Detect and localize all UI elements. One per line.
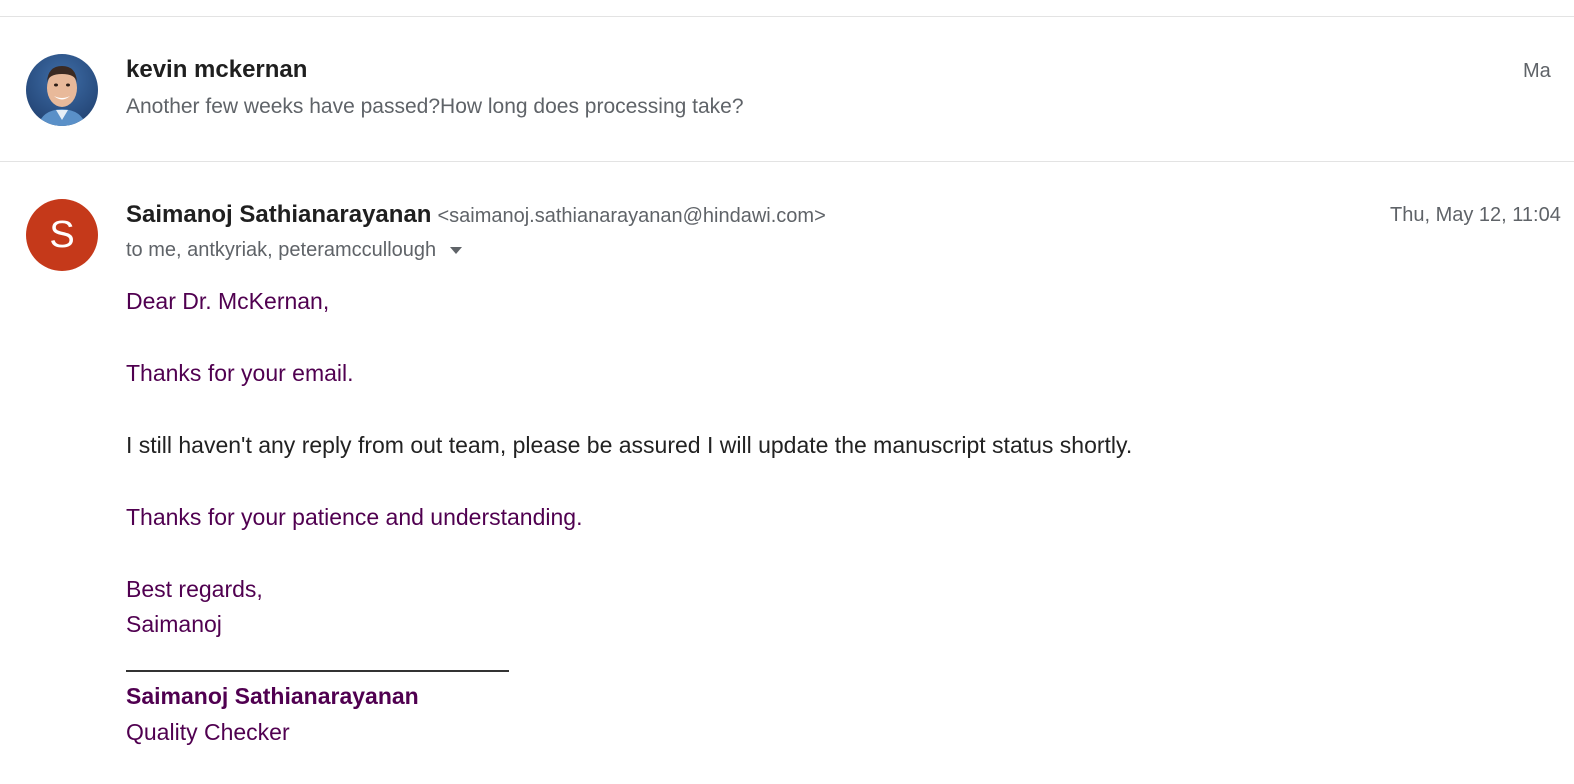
divider (0, 16, 1574, 17)
body-thanks: Thanks for your email. (126, 360, 354, 386)
sender-avatar-letter[interactable]: S (26, 199, 98, 271)
recipients-line: to me, antkyriak, peteramccullough (126, 239, 463, 262)
signature-title: Quality Checker (126, 719, 290, 745)
collapsed-snippet[interactable]: Another few weeks have passed?How long d… (126, 95, 744, 119)
collapsed-sender-name[interactable]: kevin mckernan (126, 56, 307, 84)
email-thread: kevin mckernan Another few weeks have pa… (0, 0, 1574, 784)
body-greeting: Dear Dr. McKernan, (126, 288, 330, 314)
collapsed-date: Ma (1523, 60, 1551, 82)
body-signoff: Saimanoj (126, 611, 222, 637)
body-patience: Thanks for your patience and understandi… (126, 504, 583, 530)
profile-photo-icon (38, 66, 86, 126)
divider (0, 161, 1574, 162)
recipients-text: to me, antkyriak, peteramccullough (126, 239, 437, 261)
sender-name[interactable]: Saimanoj Sathianarayanan (126, 201, 431, 228)
sender-avatar[interactable] (26, 54, 98, 126)
message-date: Thu, May 12, 11:04 (1390, 204, 1561, 226)
caret-down-icon[interactable] (450, 247, 463, 255)
body-update: I still haven't any reply from out team,… (126, 432, 1133, 458)
body-closing: Best regards, (126, 576, 263, 602)
signature-divider (126, 670, 509, 672)
signature-name: Saimanoj Sathianarayanan (126, 683, 419, 709)
sender-email: <saimanoj.sathianarayanan@hindawi.com> (437, 205, 826, 227)
message-header: Saimanoj Sathianarayanan <saimanoj.sathia… (126, 201, 826, 229)
